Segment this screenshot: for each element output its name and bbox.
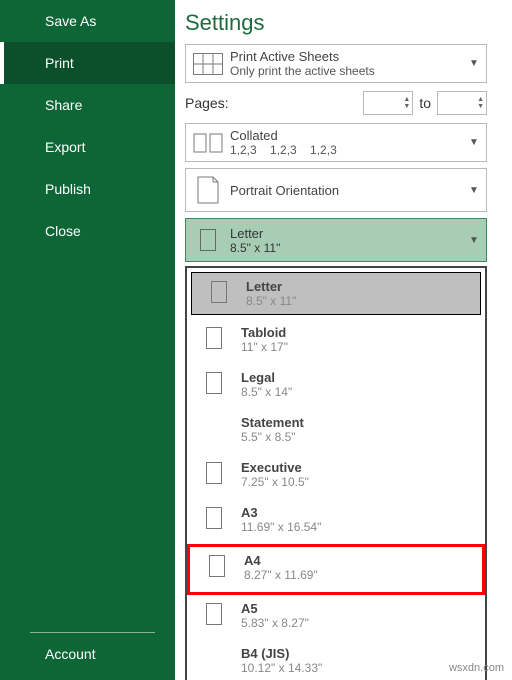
pages-to-label: to xyxy=(419,95,431,111)
paper-icon xyxy=(187,415,241,417)
paper-option-dim: 5.5" x 8.5" xyxy=(241,430,304,444)
paper-option-legal[interactable]: Legal8.5" x 14" xyxy=(187,364,485,409)
paper-size-list: Letter8.5" x 11"Tabloid11" x 17"Legal8.5… xyxy=(185,266,487,680)
settings-panel: Settings Print Active Sheets Only print … xyxy=(175,0,512,680)
sidebar-item-publish[interactable]: Publish xyxy=(0,168,175,210)
pages-to-spinner[interactable]: ▲▼ xyxy=(437,91,487,115)
paper-option-name: Legal xyxy=(241,370,292,385)
watermark: wsxdn.com xyxy=(449,662,504,674)
collated-dropdown[interactable]: Collated 1,2,3 1,2,3 1,2,3 ▼ xyxy=(185,123,487,162)
sidebar-item-account[interactable]: Account xyxy=(0,633,175,675)
paper-option-dim: 8.27" x 11.69" xyxy=(244,568,318,582)
sidebar-item-close[interactable]: Close xyxy=(0,210,175,252)
paper-icon xyxy=(190,553,244,577)
paper-option-statement[interactable]: Statement5.5" x 8.5" xyxy=(187,409,485,454)
paper-option-dim: 5.83" x 8.27" xyxy=(241,616,309,630)
paper-icon xyxy=(187,325,241,349)
paper-option-name: Letter xyxy=(246,279,296,294)
collated-icon xyxy=(186,133,230,153)
collated-head: Collated xyxy=(230,128,462,143)
print-what-head: Print Active Sheets xyxy=(230,49,462,64)
pages-label: Pages: xyxy=(185,95,229,111)
paper-icon xyxy=(187,601,241,625)
paper-option-a4[interactable]: A48.27" x 11.69" xyxy=(187,544,485,595)
sidebar-item-save-as[interactable]: Save As xyxy=(0,0,175,42)
paper-option-dim: 11.69" x 16.54" xyxy=(241,520,321,534)
orientation-dropdown[interactable]: Portrait Orientation ▼ xyxy=(185,168,487,212)
paper-icon xyxy=(187,505,241,529)
paper-option-dim: 10.12" x 14.33" xyxy=(241,661,322,675)
paper-sub: 8.5" x 11" xyxy=(230,241,462,255)
paper-option-dim: 8.5" x 14" xyxy=(241,385,292,399)
paper-icon xyxy=(186,229,230,251)
paper-option-executive[interactable]: Executive7.25" x 10.5" xyxy=(187,454,485,499)
print-what-sub: Only print the active sheets xyxy=(230,64,462,78)
paper-option-dim: 7.25" x 10.5" xyxy=(241,475,309,489)
paper-option-name: B4 (JIS) xyxy=(241,646,322,661)
paper-option-a3[interactable]: A311.69" x 16.54" xyxy=(187,499,485,544)
sidebar-item-print[interactable]: Print xyxy=(0,42,175,84)
paper-option-tabloid[interactable]: Tabloid11" x 17" xyxy=(187,319,485,364)
paper-icon xyxy=(187,460,241,484)
paper-option-name: A3 xyxy=(241,505,321,520)
pages-row: Pages: ▲▼ to ▲▼ xyxy=(185,91,487,115)
print-what-dropdown[interactable]: Print Active Sheets Only print the activ… xyxy=(185,44,487,83)
chevron-down-icon: ▼ xyxy=(462,58,486,69)
paper-option-a5[interactable]: A55.83" x 8.27" xyxy=(187,595,485,640)
paper-icon xyxy=(187,370,241,394)
paper-icon xyxy=(187,646,241,648)
paper-icon xyxy=(192,279,246,303)
paper-option-b4-jis-[interactable]: B4 (JIS)10.12" x 14.33" xyxy=(187,640,485,680)
chevron-down-icon: ▼ xyxy=(462,137,486,148)
paper-option-name: A5 xyxy=(241,601,309,616)
sidebar-item-export[interactable]: Export xyxy=(0,126,175,168)
paper-option-name: A4 xyxy=(244,553,318,568)
paper-option-dim: 8.5" x 11" xyxy=(246,294,296,308)
chevron-down-icon: ▼ xyxy=(462,235,486,246)
backstage-sidebar: Save AsPrintShareExportPublishClose Acco… xyxy=(0,0,175,680)
paper-option-name: Tabloid xyxy=(241,325,288,340)
pages-from-spinner[interactable]: ▲▼ xyxy=(363,91,413,115)
orientation-head: Portrait Orientation xyxy=(230,183,462,198)
chevron-down-icon: ▼ xyxy=(462,185,486,196)
sheet-icon xyxy=(186,53,230,75)
portrait-icon xyxy=(186,176,230,204)
paper-option-dim: 11" x 17" xyxy=(241,340,288,354)
collated-sub: 1,2,3 1,2,3 1,2,3 xyxy=(230,143,462,157)
paper-option-name: Executive xyxy=(241,460,309,475)
settings-title: Settings xyxy=(185,10,487,36)
paper-head: Letter xyxy=(230,226,462,241)
paper-size-dropdown[interactable]: Letter 8.5" x 11" ▼ xyxy=(185,218,487,262)
paper-option-letter[interactable]: Letter8.5" x 11" xyxy=(191,272,481,315)
paper-option-name: Statement xyxy=(241,415,304,430)
sidebar-item-share[interactable]: Share xyxy=(0,84,175,126)
